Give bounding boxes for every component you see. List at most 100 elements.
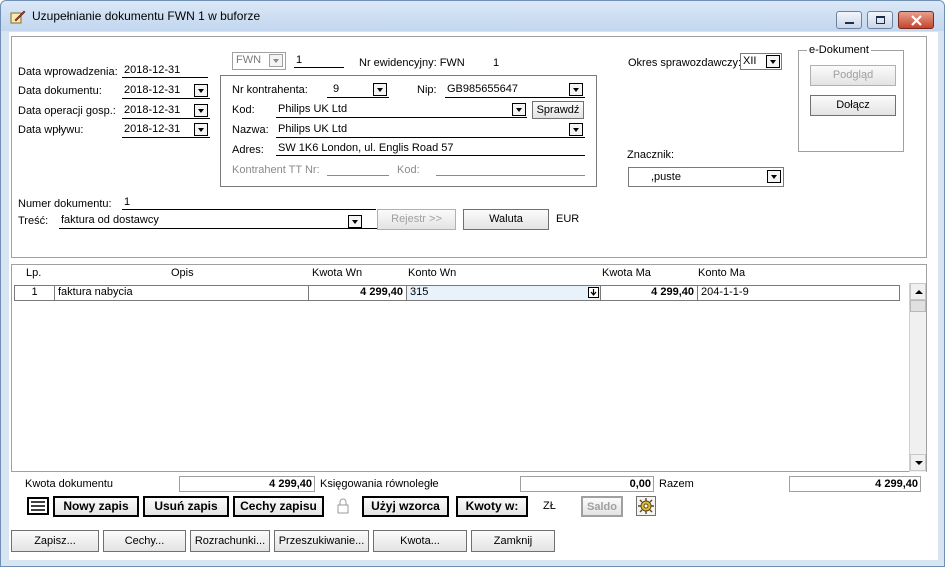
data-wprowadzenia-field[interactable]: 2018-12-31 <box>122 64 208 78</box>
data-wplywu-dropdown[interactable] <box>194 123 208 136</box>
tresc-field[interactable]: faktura od dostawcy <box>59 213 377 229</box>
data-dokumentu-label: Data dokumentu: <box>18 85 102 97</box>
scroll-up-button[interactable] <box>910 283 926 300</box>
menu-lines-button[interactable] <box>27 497 49 515</box>
okres-dropdown-icon <box>766 55 780 68</box>
list-icon <box>31 501 45 511</box>
sprawdz-button[interactable]: Sprawdź <box>532 101 584 119</box>
nip-dropdown[interactable] <box>569 83 583 96</box>
saldo-button[interactable]: Saldo <box>581 496 623 517</box>
cell-opis[interactable]: faktura nabycia <box>55 286 309 300</box>
currency-zl-label: ZŁ <box>543 500 556 512</box>
title-bar[interactable]: Uzupełnianie dokumentu FWN 1 w buforze <box>1 1 944 31</box>
razem-value: 4 299,40 <box>789 476 921 492</box>
doc-type-value: FWN <box>236 54 262 66</box>
settings-button[interactable] <box>636 496 656 516</box>
client-area: Data wprowadzenia: 2018-12-31 Data dokum… <box>9 32 938 560</box>
col-header-lp[interactable]: Lp. <box>26 267 41 279</box>
data-dokumentu-dropdown[interactable] <box>194 84 208 97</box>
col-header-opis[interactable]: Opis <box>171 267 194 279</box>
konto-wn-picker-icon[interactable] <box>588 287 599 298</box>
nr-kontrahenta-label: Nr kontrahenta: <box>232 84 308 96</box>
cell-kwota-wn[interactable]: 4 299,40 <box>309 286 407 300</box>
minimize-button[interactable] <box>836 11 862 29</box>
okres-value: XII <box>743 55 757 67</box>
adres-field[interactable]: SW 1K6 London, ul. Englis Road 57 <box>276 142 585 156</box>
adres-label: Adres: <box>232 144 264 156</box>
nip-field[interactable]: GB985655647 <box>445 82 585 98</box>
arrow-down-icon <box>590 289 597 296</box>
cechy-zapisu-button[interactable]: Cechy zapisu <box>233 496 324 517</box>
podglad-button[interactable]: Podgląd <box>810 65 896 86</box>
kod-label: Kod: <box>232 104 255 116</box>
entries-grid: Lp. Opis Kwota Wn Konto Wn Kwota Ma Kont… <box>11 264 927 472</box>
tresc-dropdown[interactable] <box>348 215 362 228</box>
close-icon <box>911 15 922 26</box>
zapisz-button[interactable]: Zapisz... <box>11 530 99 552</box>
znacznik-value: ,puste <box>651 171 681 183</box>
document-edit-icon <box>10 10 26 24</box>
cechy-button[interactable]: Cechy... <box>103 530 186 552</box>
cell-konto-ma[interactable]: 204-1-1-9 <box>698 286 899 300</box>
edokument-group: e-Dokument Podgląd Dołącz <box>798 44 904 152</box>
zamknij-button[interactable]: Zamknij <box>471 530 555 552</box>
kod-field[interactable]: Philips UK Ltd <box>276 102 527 118</box>
nr-kontrahenta-dropdown[interactable] <box>373 83 387 96</box>
znacznik-combo[interactable]: ,puste <box>628 167 784 187</box>
data-wprowadzenia-label: Data wprowadzenia: <box>18 66 118 78</box>
nr-ewidencyjny-label: Nr ewidencyjny: FWN <box>359 57 465 69</box>
col-header-konto-ma[interactable]: Konto Ma <box>698 267 745 279</box>
nazwa-field[interactable]: Philips UK Ltd <box>276 122 585 138</box>
kontrahent-tt-label: Kontrahent TT Nr: <box>232 164 320 176</box>
col-header-konto-wn[interactable]: Konto Wn <box>408 267 456 279</box>
kod-dropdown[interactable] <box>512 103 526 116</box>
arrow-up-icon <box>915 290 923 294</box>
cell-lp[interactable]: 1 <box>15 286 55 300</box>
uzyj-wzorca-button[interactable]: Użyj wzorca <box>362 496 449 517</box>
numer-dokumentu-field[interactable]: 1 <box>122 196 376 210</box>
kwota-button[interactable]: Kwota... <box>373 530 467 552</box>
rozrachunki-button[interactable]: Rozrachunki... <box>190 530 270 552</box>
data-wplywu-label: Data wpływu: <box>18 124 84 136</box>
nip-label: Nip: <box>417 84 437 96</box>
tresc-label: Treść: <box>18 215 49 227</box>
vertical-scrollbar[interactable] <box>909 283 926 472</box>
doc-type-combo[interactable]: FWN <box>232 52 286 70</box>
cell-kwota-ma[interactable]: 4 299,40 <box>601 286 698 300</box>
kontrahent-tt-field <box>327 162 389 176</box>
rejestr-button[interactable]: Rejestr >> <box>377 209 456 230</box>
maximize-button[interactable] <box>867 11 893 29</box>
data-operacji-dropdown[interactable] <box>194 104 208 117</box>
scroll-down-button[interactable] <box>910 454 926 471</box>
col-header-kwota-ma[interactable]: Kwota Ma <box>602 267 651 279</box>
doc-number-field[interactable]: 1 <box>294 54 344 68</box>
nowy-zapis-button[interactable]: Nowy zapis <box>53 496 139 517</box>
usun-zapis-button[interactable]: Usuń zapis <box>143 496 229 517</box>
arrow-down-icon <box>915 461 923 465</box>
scroll-thumb[interactable] <box>910 300 926 312</box>
nazwa-dropdown[interactable] <box>569 123 583 136</box>
lock-button[interactable] <box>335 498 351 514</box>
data-operacji-label: Data operacji gosp.: <box>18 105 116 117</box>
kwoty-w-button[interactable]: Kwoty w: <box>456 496 528 517</box>
document-header-panel: Data wprowadzenia: 2018-12-31 Data dokum… <box>11 36 927 258</box>
okres-combo[interactable]: XII <box>740 53 782 70</box>
close-button[interactable] <box>898 11 934 29</box>
table-row[interactable]: 1 faktura nabycia 4 299,40 315 4 299,40 … <box>14 285 900 301</box>
tt-kod-field <box>436 162 585 176</box>
waluta-button[interactable]: Waluta <box>463 209 549 230</box>
col-header-kwota-wn[interactable]: Kwota Wn <box>312 267 362 279</box>
doc-type-dropdown-icon <box>269 54 283 67</box>
contractor-box: Nr kontrahenta: 9 Nip: GB985655647 Kod: … <box>220 75 597 187</box>
cell-konto-wn[interactable]: 315 <box>407 286 601 300</box>
currency-label: EUR <box>556 213 580 225</box>
nr-ewidencyjny-value: 1 <box>493 57 500 69</box>
window-title: Uzupełnianie dokumentu FWN 1 w buforze <box>32 9 261 23</box>
dolacz-button[interactable]: Dołącz <box>810 95 896 116</box>
maximize-icon <box>876 16 885 24</box>
ksiegowania-label: Księgowania równoległe <box>320 478 439 490</box>
lock-icon <box>337 498 349 514</box>
przeszukiwanie-button[interactable]: Przeszukiwanie... <box>274 530 369 552</box>
tt-kod-label: Kod: <box>397 164 420 176</box>
nazwa-label: Nazwa: <box>232 124 269 136</box>
